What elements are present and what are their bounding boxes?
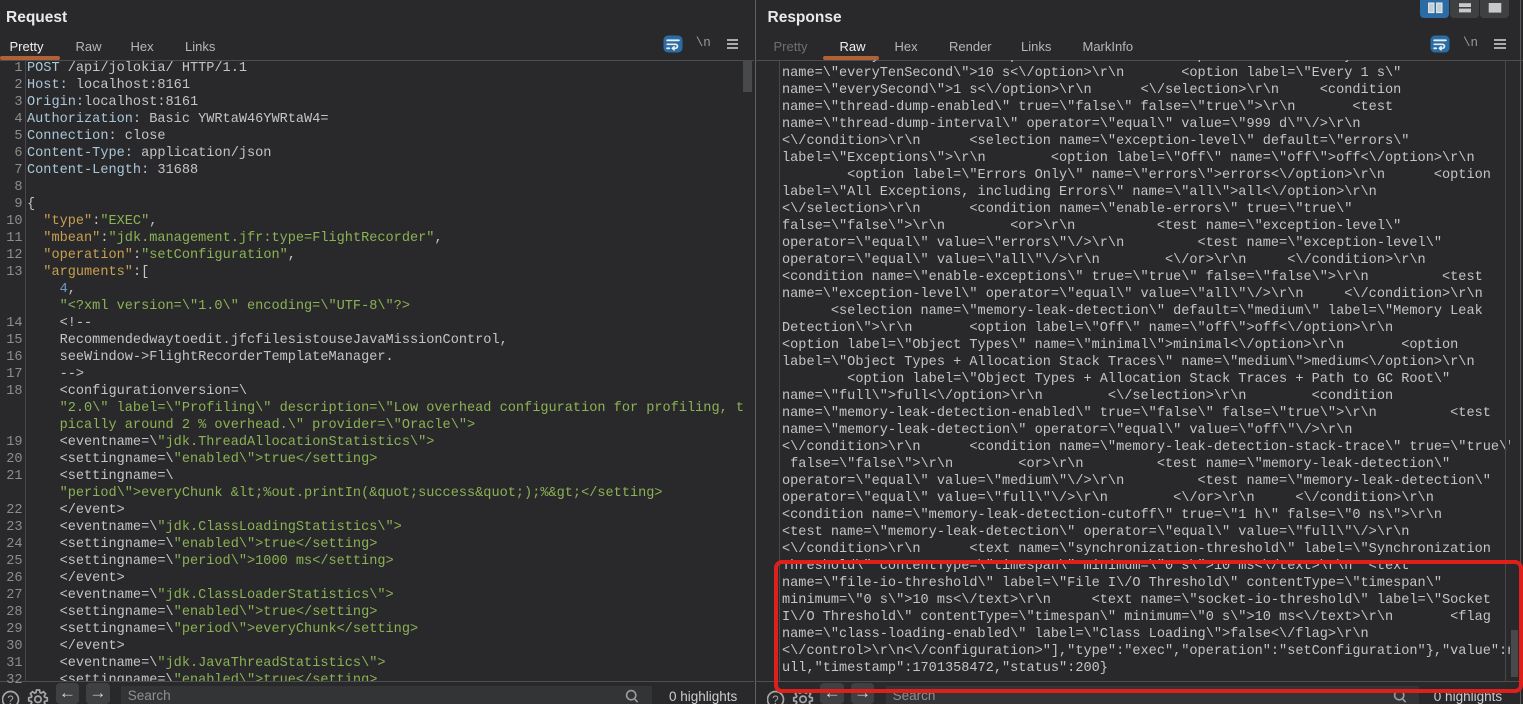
svg-text:?: ?	[772, 695, 778, 704]
svg-text:?: ?	[7, 695, 13, 704]
